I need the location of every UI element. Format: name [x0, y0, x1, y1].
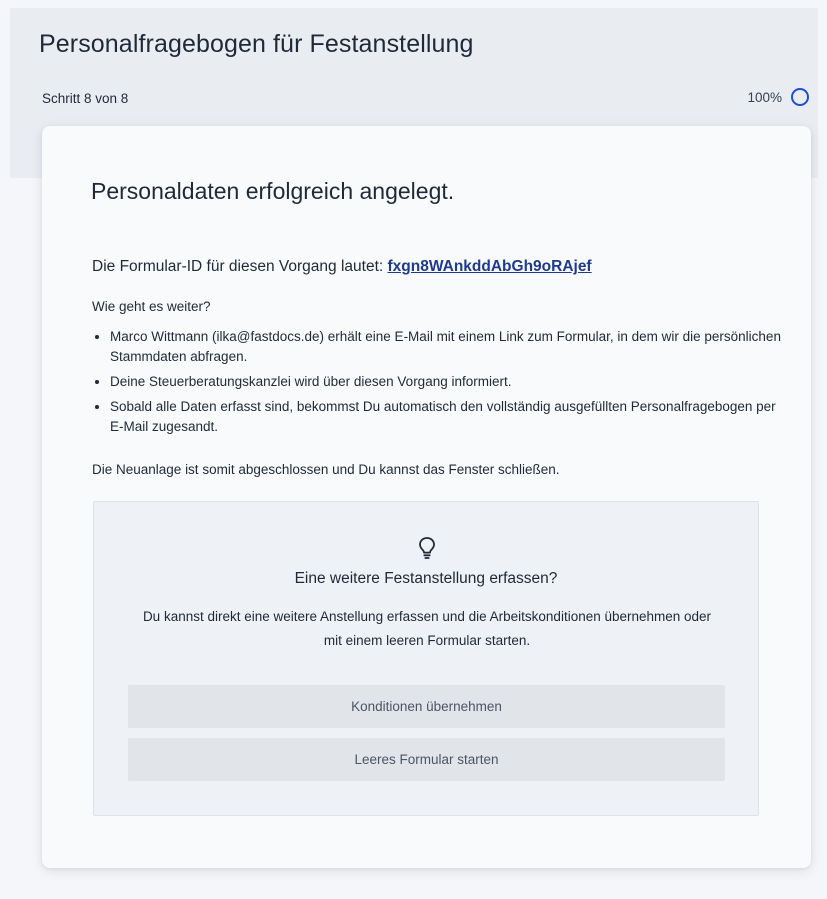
next-steps-list: Marco Wittmann (ilka@fastdocs.de) erhält… — [92, 327, 790, 442]
keep-conditions-button[interactable]: Konditionen übernehmen — [128, 685, 725, 728]
another-employment-heading: Eine weitere Festanstellung erfassen? — [294, 570, 558, 587]
success-heading: Personaldaten erfolgreich angelegt. — [91, 178, 455, 204]
page-title: Personalfragebogen für Festanstellung — [39, 30, 474, 58]
list-item: Sobald alle Daten erfasst sind, bekommst… — [110, 397, 790, 437]
another-employment-panel: Eine weitere Festanstellung erfassen? Du… — [93, 501, 759, 816]
step-indicator: Schritt 8 von 8 — [42, 91, 129, 106]
form-id-line: Die Formular-ID für diesen Vorgang laute… — [92, 258, 592, 276]
next-steps-label: Wie geht es weiter? — [92, 299, 211, 314]
completion-text: Die Neuanlage ist somit abgeschlossen un… — [92, 462, 560, 477]
list-item: Deine Steuerberatungskanzlei wird über d… — [110, 372, 790, 392]
another-employment-text: Du kannst direkt eine weitere Anstellung… — [142, 609, 712, 648]
progress-indicator: 100% — [747, 88, 809, 106]
success-card: Personaldaten erfolgreich angelegt. Die … — [42, 126, 811, 868]
list-item: Marco Wittmann (ilka@fastdocs.de) erhält… — [110, 327, 790, 367]
form-id-link[interactable]: fxgn8WAnkddAbGh9oRAjef — [388, 258, 592, 275]
form-id-prefix: Die Formular-ID für diesen Vorgang laute… — [92, 258, 384, 275]
lightbulb-icon — [419, 537, 435, 559]
progress-percent: 100% — [747, 89, 782, 105]
page: Personalfragebogen für Festanstellung Sc… — [0, 0, 827, 899]
progress-ring-icon — [791, 88, 809, 106]
empty-form-button[interactable]: Leeres Formular starten — [128, 738, 725, 781]
